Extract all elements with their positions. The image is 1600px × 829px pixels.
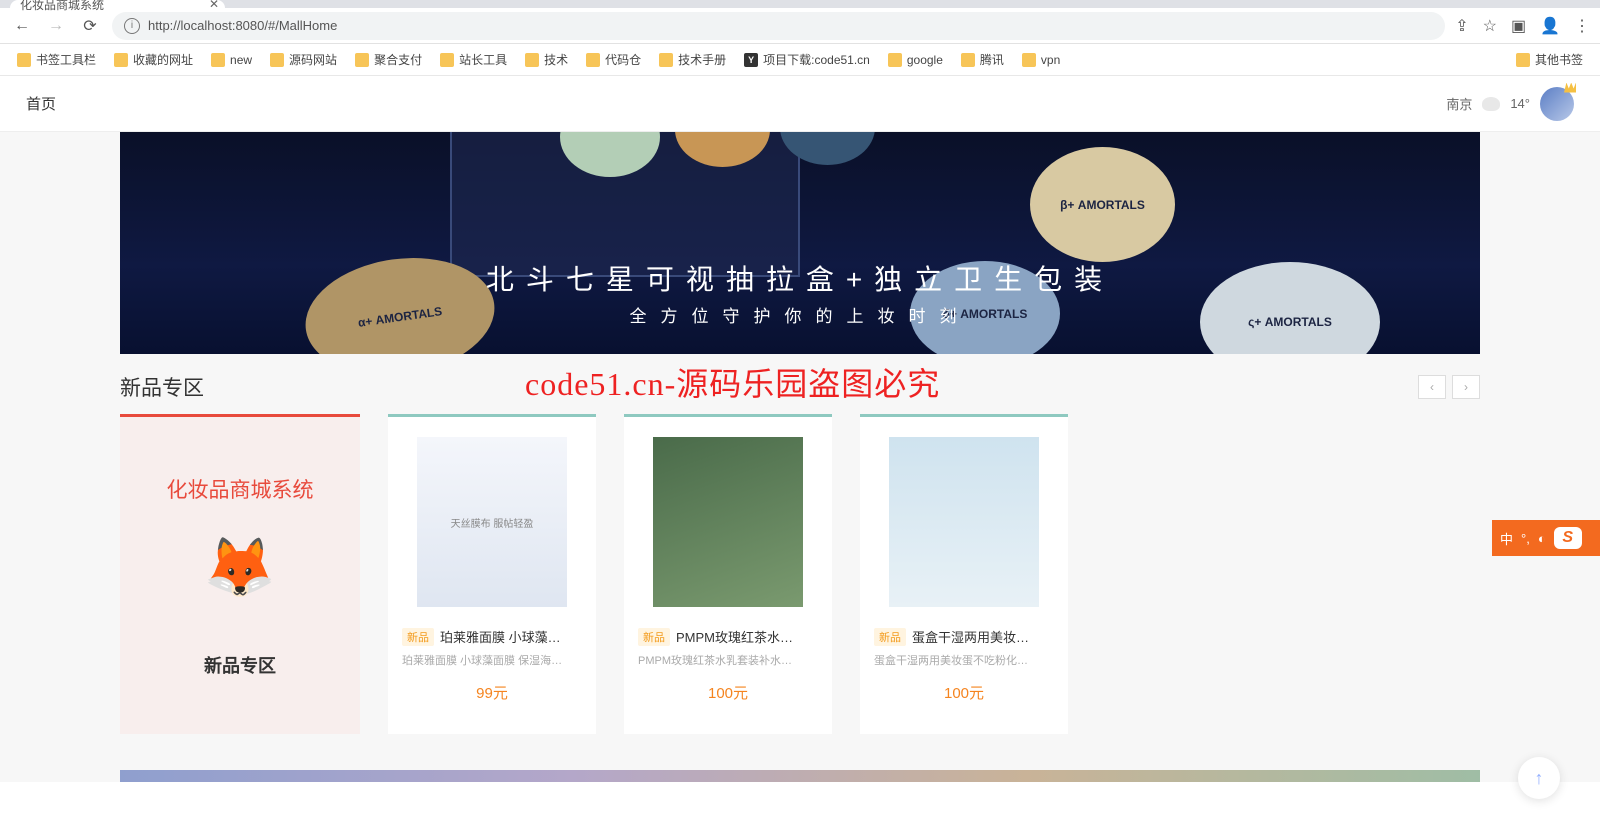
bookmark-item[interactable]: 源码网站 [265,48,342,71]
product-card[interactable]: 天丝膜布 服帖轻盈 新品 珀莱雅面膜 小球藻… 珀莱雅面膜 小球藻面膜 保湿海…… [388,414,596,734]
bookmark-item[interactable]: 技术手册 [654,48,731,71]
product-desc: 蛋盒干湿两用美妆蛋不吃粉化… [874,652,1054,668]
page-content: α+ AMORTALS β+ AMORTALS δ+ AMORTALS ς+ A… [0,132,1600,782]
other-bookmarks[interactable]: 其他书签 [1511,48,1588,71]
city-label: 南京 [1446,94,1472,113]
menu-icon[interactable]: ⋮ [1574,16,1590,36]
tab-title: 化妆品商城系统 [20,0,104,13]
banner-graphic: β+ AMORTALS [1030,147,1175,262]
new-products-section: 新品专区 ‹ › code51.cn-源码乐园盗图必究 化妆品商城系统 🦊 新品… [120,354,1480,734]
bookmark-item[interactable]: google [883,50,948,70]
product-price: 100元 [708,682,748,703]
reload-button[interactable]: ⟳ [78,14,102,38]
forward-button[interactable]: → [44,14,68,38]
folder-icon [17,53,31,67]
url-bar[interactable]: i http://localhost:8080/#/MallHome [112,12,1445,40]
section-side-card[interactable]: 化妆品商城系统 🦊 新品专区 [120,414,360,734]
folder-icon [211,53,225,67]
ime-indicator[interactable]: 中 °, ◐ S [1492,520,1600,556]
bookmark-item[interactable]: 腾讯 [956,48,1009,71]
new-badge: 新品 [402,628,434,646]
folder-icon [1516,53,1530,67]
section-title: 新品专区 [120,372,204,402]
product-name: 蛋盒干湿两用美妆… [912,627,1029,646]
browser-tab-strip: 化妆品商城系统 ✕ [0,0,1600,8]
back-button[interactable]: ← [10,14,34,38]
carousel-prev-button[interactable]: ‹ [1418,375,1446,399]
side-card-title: 化妆品商城系统 [167,474,314,504]
bookmark-item[interactable]: 代码仓 [581,48,646,71]
new-badge: 新品 [874,628,906,646]
side-card-subtitle: 新品专区 [204,652,276,678]
bookmark-item[interactable]: 收藏的网址 [109,48,198,71]
folder-icon [525,53,539,67]
bookmark-item[interactable]: Y项目下载:code51.cn [739,48,875,71]
folder-icon [1022,53,1036,67]
banner-graphic: ς+ AMORTALS [1200,262,1380,354]
share-icon[interactable]: ⇪ [1455,16,1468,36]
nav-home[interactable]: 首页 [26,93,56,114]
star-icon[interactable]: ☆ [1483,16,1497,36]
product-image [653,437,803,607]
product-image: 天丝膜布 服帖轻盈 [417,437,567,607]
temperature: 14° [1510,96,1530,111]
sogou-icon: S [1554,527,1582,549]
product-row: 化妆品商城系统 🦊 新品专区 天丝膜布 服帖轻盈 新品 珀莱雅面膜 小球藻… 珀… [120,414,1480,734]
url-text: http://localhost:8080/#/MallHome [148,18,337,33]
cloud-icon [1482,97,1500,111]
product-desc: PMPM玫瑰红茶水乳套装补水… [638,652,818,668]
folder-icon [114,53,128,67]
product-image [889,437,1039,607]
bottom-banner [120,770,1480,782]
ime-mode: 中 [1500,529,1513,548]
scroll-top-button[interactable]: ↑ [1518,757,1560,799]
product-desc: 珀莱雅面膜 小球藻面膜 保湿海… [402,652,582,668]
bookmark-item[interactable]: new [206,50,257,70]
hero-text: 北斗七星可视抽拉盒+独立卫生包装 全方位守护你的上妆时刻 [486,258,1114,330]
product-price: 99元 [476,682,508,703]
panel-icon[interactable]: ▣ [1511,16,1526,36]
product-card[interactable]: 新品 PMPM玫瑰红茶水… PMPM玫瑰红茶水乳套装补水… 100元 [624,414,832,734]
folder-icon [586,53,600,67]
folder-icon [961,53,975,67]
folder-icon [659,53,673,67]
folder-icon [355,53,369,67]
close-icon[interactable]: ✕ [209,0,219,11]
bookmark-item[interactable]: 聚合支付 [350,48,427,71]
browser-tab[interactable]: 化妆品商城系统 ✕ [10,0,225,8]
ime-symbol: ◐ [1538,531,1546,546]
site-header: 首页 南京 14° [0,76,1600,132]
hero-banner[interactable]: α+ AMORTALS β+ AMORTALS δ+ AMORTALS ς+ A… [120,132,1480,354]
product-price: 100元 [944,682,984,703]
bookmark-item[interactable]: 书签工具栏 [12,48,101,71]
profile-icon[interactable]: 👤 [1540,16,1560,36]
ime-symbol: °, [1521,531,1530,546]
bookmark-item[interactable]: 站长工具 [435,48,512,71]
folder-icon [440,53,454,67]
new-badge: 新品 [638,628,670,646]
avatar[interactable] [1540,87,1574,121]
product-name: PMPM玫瑰红茶水… [676,627,793,646]
bookmark-item[interactable]: vpn [1017,50,1065,70]
product-card[interactable]: 新品 蛋盒干湿两用美妆… 蛋盒干湿两用美妆蛋不吃粉化… 100元 [860,414,1068,734]
folder-icon [270,53,284,67]
bookmarks-bar: 书签工具栏 收藏的网址 new 源码网站 聚合支付 站长工具 技术 代码仓 技术… [0,44,1600,76]
fox-icon: 🦊 [204,534,276,602]
site-info-icon[interactable]: i [124,18,140,34]
folder-icon [888,53,902,67]
site-icon: Y [744,53,758,67]
browser-toolbar: ← → ⟳ i http://localhost:8080/#/MallHome… [0,8,1600,44]
product-name: 珀莱雅面膜 小球藻… [440,627,561,646]
bookmark-item[interactable]: 技术 [520,48,573,71]
carousel-next-button[interactable]: › [1452,375,1480,399]
